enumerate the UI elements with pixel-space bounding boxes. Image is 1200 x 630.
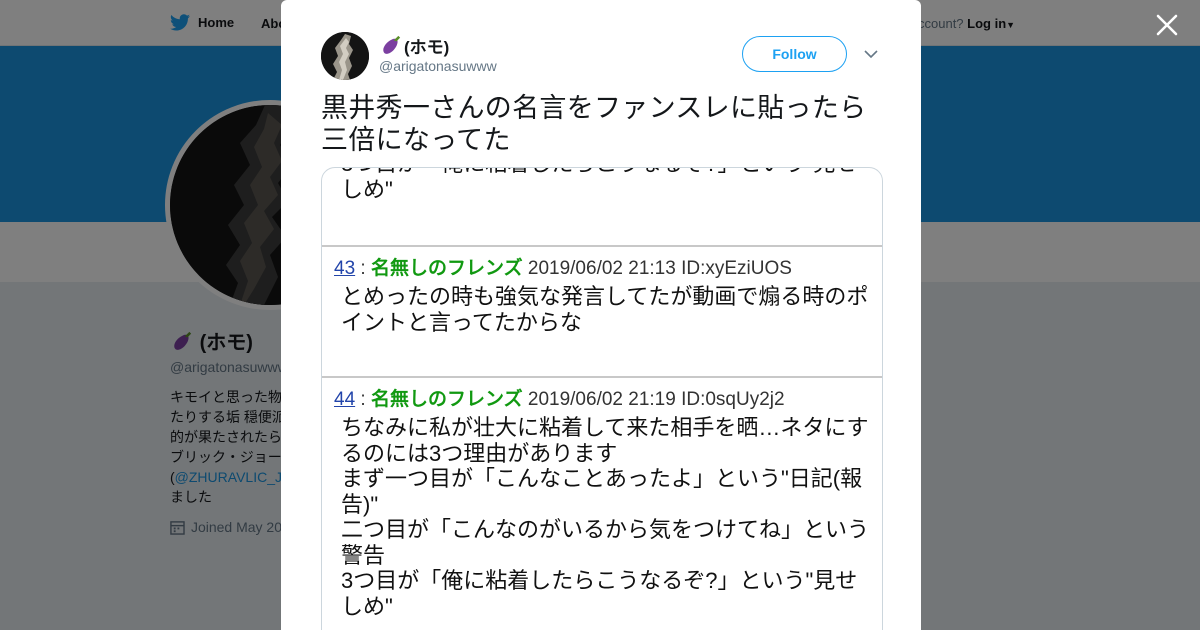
post-body: ちなみに私が壮大に粘着して来た相手を晒…ネタにす るのには3つ理由があります ま…	[341, 415, 871, 619]
post-line: とめったの時も強気な発言してたが動画で煽る時のポ	[341, 284, 869, 309]
post-line: 二つ目が「こんなのがいるから気をつけてね」という	[341, 517, 870, 542]
tweet-options-button[interactable]	[863, 46, 879, 62]
tweet-media-image[interactable]: 3つ目が「俺に粘着したらこうなるぞ?」という"見せ しめ" 43 : 名無しのフ…	[321, 167, 883, 630]
post-line: まず一つ目が「こんなことあったよ」という"日記(報	[341, 466, 863, 491]
avatar-silhouette-image	[321, 32, 369, 80]
post-meta: 2019/06/02 21:19 ID:0sqUy2j2	[527, 389, 785, 410]
post-header: 43 : 名無しのフレンズ 2019/06/02 21:13 ID:xyEziU…	[334, 253, 792, 280]
post-line: しめ"	[341, 593, 393, 619]
chevron-down-icon	[864, 50, 878, 59]
post-line: 3つ目が「俺に粘着したらこうなるぞ?」という"見せ	[341, 568, 858, 593]
post-line: ちなみに私が壮大に粘着して来た相手を晒…ネタにす	[341, 415, 869, 440]
poster-name: 名無しのフレンズ	[370, 258, 523, 279]
close-icon	[1156, 14, 1178, 36]
image-post: 43 : 名無しのフレンズ 2019/06/02 21:13 ID:xyEziU…	[322, 247, 882, 378]
image-post-fragment: 3つ目が「俺に粘着したらこうなるぞ?」という"見せ しめ"	[322, 168, 882, 247]
post-header: 44 : 名無しのフレンズ 2019/06/02 21:19 ID:0sqUy2…	[334, 384, 785, 411]
tweet-modal: (ホモ) @arigatonasuwww Follow 黒井秀一さんの名言をファ…	[281, 0, 921, 630]
eggplant-icon	[380, 34, 402, 58]
post-number: 43	[334, 258, 356, 279]
post-sep: :	[360, 389, 366, 410]
post-line: 警告	[341, 542, 386, 568]
close-button[interactable]	[1152, 10, 1182, 40]
fragment-line: しめ"	[341, 176, 393, 202]
post-line: イントと言ってたからな	[341, 309, 582, 335]
post-number: 44	[334, 389, 356, 410]
tweet-text: 黒井秀一さんの名言をファンスレに貼ったら三倍になってた	[321, 93, 867, 155]
author-handle[interactable]: @arigatonasuwww	[379, 58, 497, 74]
fragment-line: 3つ目が「俺に粘着したらこうなるぞ?」という"見せ	[341, 168, 871, 177]
post-sep: :	[360, 258, 366, 279]
post-line: 告)"	[341, 491, 379, 517]
fragment-text: 3つ目が「俺に粘着したらこうなるぞ?」という"見せ しめ"	[341, 168, 871, 202]
poster-name: 名無しのフレンズ	[370, 389, 523, 410]
post-line: るのには3つ理由があります	[341, 440, 618, 466]
follow-button[interactable]: Follow	[742, 36, 847, 72]
author-avatar[interactable]	[321, 32, 369, 80]
author-name[interactable]: (ホモ)	[380, 33, 449, 58]
post-body: とめったの時も強気な発言してたが動画で煽る時のポ イントと言ってたからな	[341, 284, 871, 335]
post-meta: 2019/06/02 21:13 ID:xyEziUOS	[527, 258, 792, 279]
image-post: 44 : 名無しのフレンズ 2019/06/02 21:19 ID:0sqUy2…	[322, 378, 882, 630]
